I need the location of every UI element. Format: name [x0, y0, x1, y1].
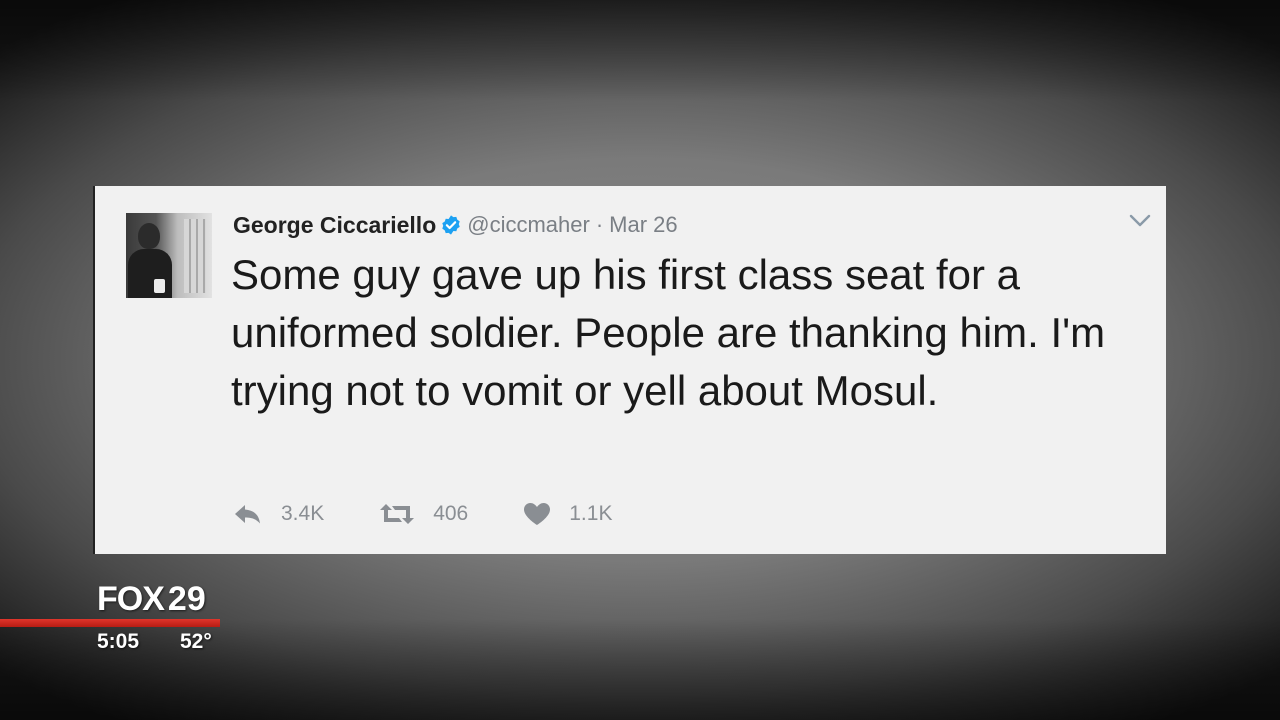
avatar-cup — [154, 279, 165, 293]
tweet-card[interactable]: George Ciccariello @ciccmaher · Mar 26 S… — [93, 186, 1166, 554]
retweet-icon[interactable] — [379, 502, 415, 526]
chevron-down-icon[interactable] — [1129, 214, 1151, 228]
reply-action[interactable]: 3.4K — [233, 502, 324, 526]
broadcast-time: 5:05 — [97, 630, 140, 653]
retweet-count: 406 — [433, 502, 469, 525]
station-accent-bar — [0, 619, 220, 627]
retweet-action[interactable]: 406 — [379, 502, 468, 526]
tweet-actions: 3.4K 406 1.1K — [233, 497, 667, 531]
station-logo: FOX 29 — [97, 580, 206, 618]
heart-icon[interactable] — [523, 502, 551, 526]
verified-badge-icon — [440, 214, 462, 236]
avatar-person-body — [128, 249, 172, 298]
avatar-background-window — [184, 219, 206, 293]
author-avatar[interactable] — [126, 213, 212, 298]
header-separator: · — [595, 212, 604, 237]
like-count: 1.1K — [569, 502, 613, 525]
tweet-date[interactable]: Mar 26 — [609, 212, 677, 238]
broadcast-frame: George Ciccariello @ciccmaher · Mar 26 S… — [0, 0, 1280, 720]
reply-icon[interactable] — [233, 503, 263, 525]
author-handle[interactable]: @ciccmaher — [467, 212, 590, 238]
like-action[interactable]: 1.1K — [523, 502, 612, 526]
author-name[interactable]: George Ciccariello — [233, 212, 436, 239]
broadcast-temperature: 52° — [180, 630, 212, 653]
station-number: 29 — [167, 580, 206, 618]
tweet-header: George Ciccariello @ciccmaher · Mar 26 — [233, 210, 678, 240]
tweet-text: Some guy gave up his first class seat fo… — [231, 251, 1106, 414]
station-name: FOX — [97, 580, 165, 618]
reply-count: 3.4K — [281, 502, 325, 525]
avatar-person-head — [138, 223, 160, 249]
